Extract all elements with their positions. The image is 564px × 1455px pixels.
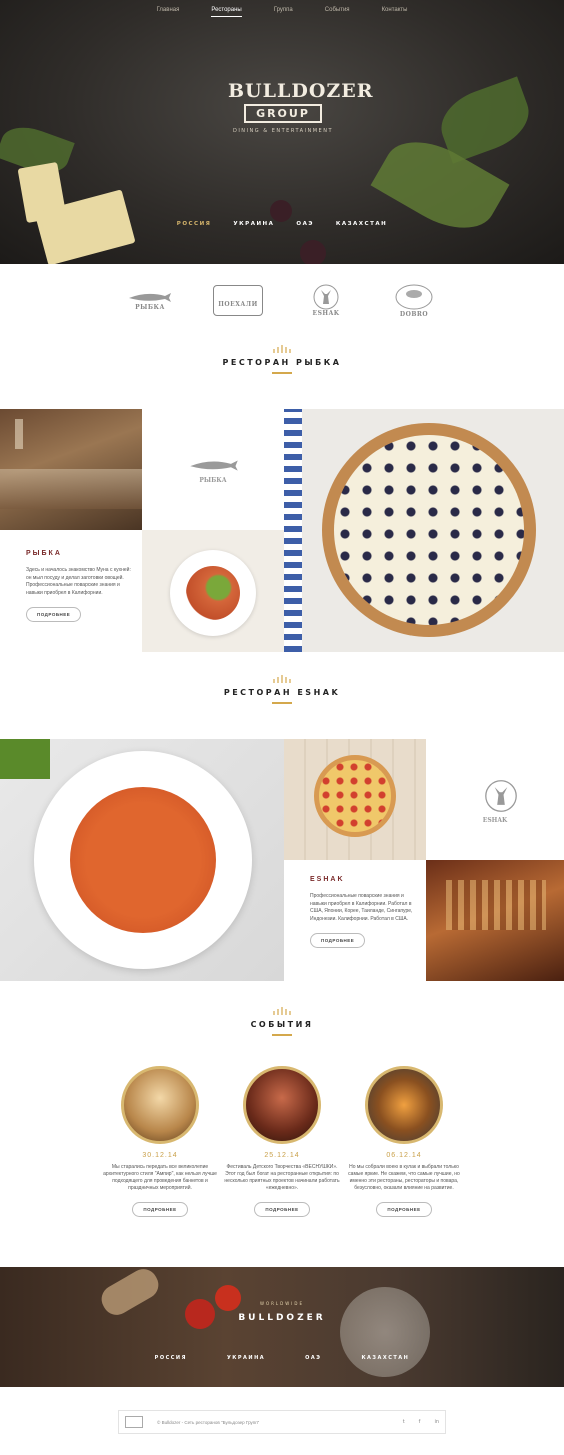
nav-item-contacts[interactable]: Контакты [382, 7, 408, 17]
rybka-interior-photo [0, 409, 142, 530]
eshak-more-button[interactable]: ПОДРОБНЕЕ [310, 933, 366, 948]
eshak-description: Профессиональные поварские знания и навы… [310, 893, 413, 922]
ornament-icon [273, 345, 291, 353]
logo-group-text: GROUP [244, 104, 322, 123]
banner-country-russia[interactable]: РОССИЯ [155, 1355, 187, 1361]
olive-decoration [270, 200, 292, 222]
nav-item-events[interactable]: События [325, 7, 350, 17]
section-heading: РЕСТОРАН РЫБКА [222, 358, 342, 367]
event-more-button[interactable]: ПОДРОБНЕЕ [254, 1202, 310, 1217]
event-description: Мы старались передать все великолепие ар… [103, 1164, 217, 1191]
section-title-events: СОБЫТИЯ [0, 1006, 564, 1036]
soup-photo [0, 739, 284, 981]
eshak-heading: ESHAK [310, 876, 345, 883]
logo-eshak-text: ESHAK [312, 309, 340, 317]
event-photo [365, 1066, 443, 1144]
event-photo [121, 1066, 199, 1144]
footer-bar: © Bulldozer - Сеть ресторанов "Бульдозер… [118, 1410, 446, 1434]
nav-item-restaurants[interactable]: Рестораны [211, 7, 242, 17]
rybka-heading: РЫБКА [26, 550, 62, 557]
section-underline [272, 1034, 292, 1036]
logo-rybka-text: РЫБКА [135, 303, 165, 311]
banner-country-ukraine[interactable]: УКРАИНА [227, 1355, 265, 1361]
logo-rybka[interactable]: РЫБКА [123, 280, 177, 320]
section-underline [272, 702, 292, 704]
eshak-logo-text: ESHAK [482, 817, 508, 824]
country-tab-uae[interactable]: ОАЭ [296, 221, 313, 227]
footer-banner: WORLDWIDE BULLDOZER РОССИЯ УКРАИНА ОАЭ К… [0, 1267, 564, 1387]
event-date: 25.12.14 [264, 1152, 300, 1159]
ornament-icon [273, 675, 291, 683]
logo-dobro-text: DOBRO [399, 310, 429, 318]
donkey-icon [485, 780, 517, 812]
event-more-button[interactable]: ПОДРОБНЕЕ [132, 1202, 188, 1217]
facebook-icon[interactable]: f [419, 1419, 421, 1425]
logo-brand-text: BULLDOZER [228, 80, 374, 102]
event-photo [243, 1066, 321, 1144]
banner-country-uae[interactable]: ОАЭ [305, 1355, 321, 1361]
pizza-photo [284, 739, 426, 860]
country-tab-kazakhstan[interactable]: КАЗАХСТАН [336, 221, 387, 227]
event-date: 30.12.14 [142, 1152, 178, 1159]
logo-dobro[interactable]: DOBRO [387, 280, 441, 320]
banner-country-kazakhstan[interactable]: КАЗАХСТАН [361, 1355, 409, 1361]
twitter-icon[interactable]: t [403, 1419, 405, 1425]
footer-copyright: © Bulldozer - Сеть ресторанов "Бульдозер… [157, 1419, 260, 1425]
dobro-emblem-icon [395, 284, 433, 309]
section-heading: РЕСТОРАН ESHAK [223, 688, 341, 697]
eshak-logo-tile: ESHAK [426, 739, 564, 860]
logo-tagline: DINING & ENTERTAINMENT [232, 128, 334, 134]
section-title-rybka: РЕСТОРАН РЫБКА [0, 344, 564, 374]
country-tabs: РОССИЯ УКРАИНА ОАЭ КАЗАХСТАН [0, 221, 564, 227]
eshak-description-card: ESHAK Профессиональные поварские знания … [310, 876, 416, 948]
rybka-description: Здесь и началось знакомство Муна с кухне… [26, 567, 131, 596]
banner-subtitle: WORLDWIDE [260, 1301, 304, 1306]
hero-section: Главная Рестораны Группа События Контакт… [0, 0, 564, 264]
rybka-dish-photo [142, 530, 284, 652]
shark-icon [190, 460, 238, 471]
rybka-more-button[interactable]: ПОДРОБНЕЕ [26, 607, 82, 622]
donkey-icon [313, 284, 339, 309]
event-more-button[interactable]: ПОДРОБНЕЕ [376, 1202, 432, 1217]
logo-poehali-badge: ПОЕХАЛИ [213, 284, 263, 316]
rybka-logo-tile: РЫБКА [142, 409, 284, 530]
banner-country-links: РОССИЯ УКРАИНА ОАЭ КАЗАХСТАН [0, 1355, 564, 1361]
section-title-eshak: РЕСТОРАН ESHAK [0, 674, 564, 704]
blueberry-tart-photo [284, 409, 564, 652]
event-card: 25.12.14 Фестиваль Детского Творчества «… [222, 1066, 342, 1217]
logo-poehali-text: ПОЕХАЛИ [218, 300, 258, 308]
nav-item-home[interactable]: Главная [157, 7, 180, 17]
footer-logo-icon[interactable] [125, 1416, 143, 1428]
social-links: t f in [403, 1419, 439, 1425]
logo-eshak[interactable]: ESHAK [299, 280, 353, 320]
country-tab-ukraine[interactable]: УКРАИНА [233, 221, 274, 227]
logo-poehali[interactable]: ПОЕХАЛИ [211, 280, 265, 320]
top-navigation: Главная Рестораны Группа События Контакт… [0, 7, 564, 17]
shark-icon [129, 292, 171, 302]
event-card: 06.12.14 Но мы собрали воею в кулак и вы… [344, 1066, 464, 1217]
event-date: 06.12.14 [386, 1152, 422, 1159]
section-underline [272, 372, 292, 374]
restaurant-logos: РЫБКА ПОЕХАЛИ ESHAK DOBRO [0, 280, 564, 320]
event-description: Фестиваль Детского Творчества «ВЕСНУШКИ»… [224, 1164, 340, 1191]
banner-title: BULLDOZER [238, 1313, 326, 1323]
nav-item-group[interactable]: Группа [274, 7, 293, 17]
country-tab-russia[interactable]: РОССИЯ [177, 221, 212, 227]
rybka-description-card: РЫБКА Здесь и началось знакомство Муна с… [26, 550, 132, 622]
ornament-icon [273, 1007, 291, 1015]
eshak-interior-photo [426, 860, 564, 981]
event-description: Но мы собрали воею в кулак и выбрали тол… [348, 1164, 460, 1191]
olive-decoration [300, 240, 326, 264]
rybka-logo-text: РЫБКА [199, 477, 227, 484]
brand-logo[interactable]: BULLDOZER GROUP DINING & ENTERTAINMENT [228, 80, 374, 134]
instagram-icon[interactable]: in [434, 1419, 439, 1425]
section-heading: СОБЫТИЯ [250, 1020, 314, 1029]
event-card: 30.12.14 Мы старались передать все велик… [100, 1066, 220, 1217]
